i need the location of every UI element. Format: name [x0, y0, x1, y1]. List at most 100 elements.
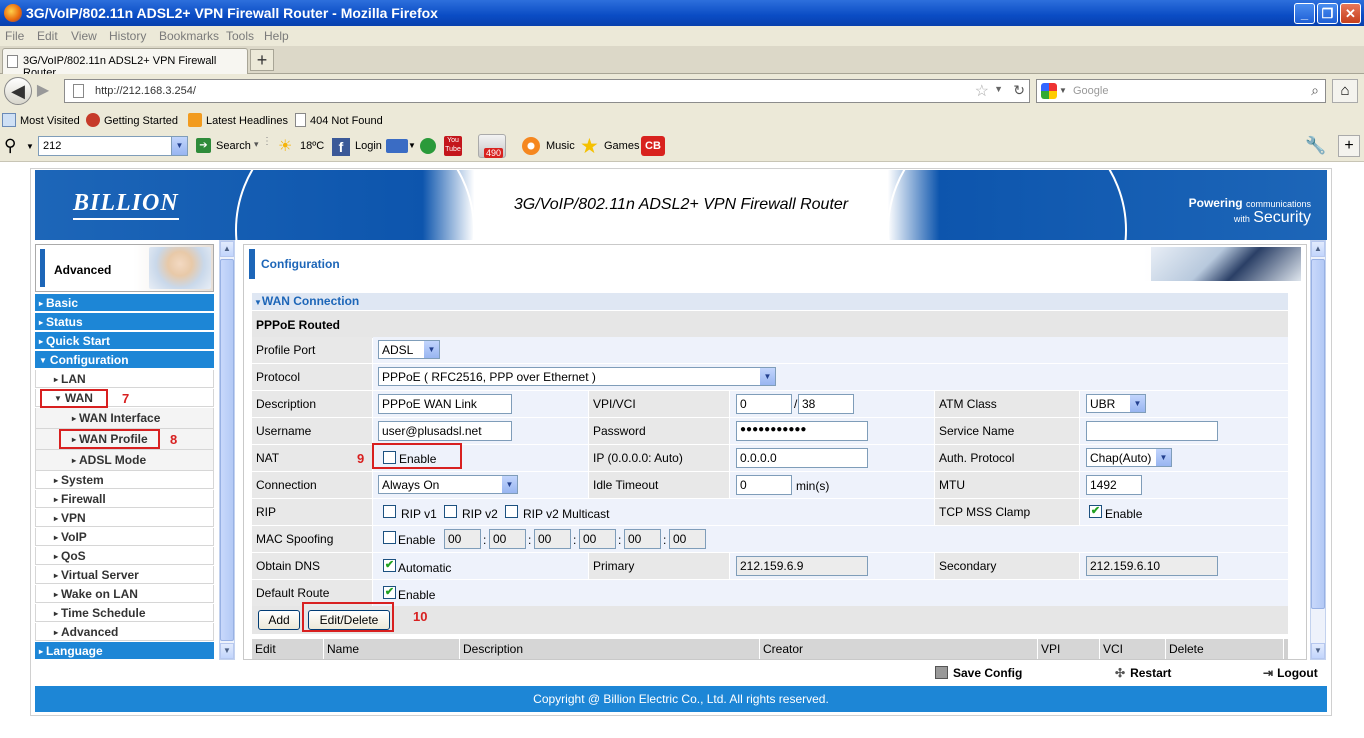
sidebar-item-vpn[interactable]: ▸ VPN — [35, 509, 214, 527]
secondary-dns-input[interactable]: 212.159.6.10 — [1086, 556, 1218, 576]
youtube-icon[interactable]: You Tube — [444, 136, 462, 156]
chevron-down-icon[interactable]: ▼ — [26, 142, 34, 151]
mac-octet-input[interactable]: 00 — [534, 529, 571, 549]
tab-router[interactable]: 3G/VoIP/802.11n ADSL2+ VPN Firewall Rout… — [2, 48, 248, 79]
sidebar-item-time-schedule[interactable]: ▸ Time Schedule — [35, 604, 214, 622]
obtain-dns-checkbox[interactable]: ✔ — [383, 559, 396, 572]
atm-class-select[interactable]: UBR ▼ — [1086, 394, 1146, 413]
mac-spoofing-checkbox[interactable] — [383, 531, 396, 544]
close-button[interactable]: ✕ — [1340, 3, 1361, 24]
auth-protocol-select[interactable]: Chap(Auto) ▼ — [1086, 448, 1172, 467]
profile-port-select[interactable]: ADSL ▼ — [378, 340, 440, 359]
sidebar-item-adsl-mode[interactable]: ▸ ADSL Mode — [35, 450, 214, 471]
mail-icon[interactable] — [386, 139, 408, 153]
sidebar-item-qos[interactable]: ▸ QoS — [35, 547, 214, 565]
bookmark-getting-started[interactable]: Getting Started — [86, 113, 178, 127]
scroll-thumb[interactable] — [220, 259, 234, 641]
search-input[interactable]: ▼ Google ⌕ — [1036, 79, 1326, 103]
login-link[interactable]: Login — [355, 140, 382, 152]
mtu-input[interactable]: 1492 — [1086, 475, 1142, 495]
chevron-down-icon[interactable]: ▾ — [254, 139, 259, 150]
minimize-button[interactable]: _ — [1294, 3, 1315, 24]
music-link[interactable]: Music — [546, 140, 575, 152]
bookmark-latest-headlines[interactable]: Latest Headlines — [188, 113, 288, 127]
tcp-mss-checkbox[interactable]: ✔ — [1089, 505, 1102, 518]
search-icon[interactable]: ⚲ — [4, 136, 16, 156]
chevron-down-icon[interactable]: ▼ — [408, 141, 416, 150]
sidebar-item-lan[interactable]: ▸ LAN — [35, 370, 214, 388]
mac-octet-input[interactable]: 00 — [669, 529, 706, 549]
mac-octet-input[interactable]: 00 — [444, 529, 481, 549]
utorrent-icon[interactable] — [420, 138, 436, 154]
restart-link[interactable]: ✣ Restart — [1115, 666, 1171, 680]
mac-octet-input[interactable]: 00 — [579, 529, 616, 549]
rip-v2-checkbox[interactable] — [444, 505, 457, 518]
menu-help[interactable]: Help — [264, 29, 289, 43]
mac-octet-input[interactable]: 00 — [489, 529, 526, 549]
scroll-thumb[interactable] — [1311, 259, 1325, 609]
default-route-checkbox[interactable]: ✔ — [383, 586, 396, 599]
vpi-input[interactable]: 0 — [736, 394, 792, 414]
username-input[interactable]: user@plusadsl.net — [378, 421, 512, 441]
sidebar-item-wake-on-lan[interactable]: ▸ Wake on LAN — [35, 585, 214, 603]
connection-select[interactable]: Always On ▼ — [378, 475, 518, 494]
cb-icon[interactable]: CB — [641, 136, 665, 156]
star-icon[interactable]: ☆ — [975, 81, 989, 101]
chevron-down-icon[interactable]: ▼ — [1059, 86, 1067, 95]
primary-dns-input[interactable]: 212.159.6.9 — [736, 556, 868, 576]
scroll-up-icon[interactable]: ▲ — [1311, 241, 1325, 257]
sidebar-item-voip[interactable]: ▸ VoIP — [35, 528, 214, 546]
menu-tools[interactable]: Tools — [226, 29, 254, 43]
sidebar-item-basic[interactable]: ▸ Basic — [35, 294, 214, 312]
vci-input[interactable]: 38 — [798, 394, 854, 414]
back-button[interactable]: ◀ — [4, 77, 32, 105]
bookmark-404[interactable]: 404 Not Found — [295, 113, 383, 127]
bookmark-most-visited[interactable]: Most Visited — [2, 113, 80, 127]
menu-bookmarks[interactable]: Bookmarks — [159, 29, 219, 43]
sidebar-scrollbar[interactable]: ▲ ▼ — [219, 240, 235, 660]
service-name-input[interactable] — [1086, 421, 1218, 441]
sidebar-item-advanced[interactable]: ▸ Advanced — [35, 623, 214, 641]
reload-icon[interactable]: ↻ — [1013, 82, 1025, 99]
sidebar-item-language[interactable]: ▸ Language — [35, 642, 214, 660]
description-input[interactable]: PPPoE WAN Link — [378, 394, 512, 414]
sidebar-item-quick-start[interactable]: ▸ Quick Start — [35, 332, 214, 350]
mac-octet-input[interactable]: 00 — [624, 529, 661, 549]
protocol-select[interactable]: PPPoE ( RFC2516, PPP over Ethernet ) ▼ — [378, 367, 776, 386]
sidebar-item-firewall[interactable]: ▸ Firewall — [35, 490, 214, 508]
home-button[interactable]: ⌂ — [1332, 79, 1358, 103]
maximize-button[interactable]: ❐ — [1317, 3, 1338, 24]
sidebar-item-status[interactable]: ▸ Status — [35, 313, 214, 331]
scroll-down-icon[interactable]: ▼ — [1311, 643, 1325, 659]
save-config-link[interactable]: Save Config — [935, 666, 1022, 680]
scroll-down-icon[interactable]: ▼ — [220, 643, 234, 659]
toolbar-query-input[interactable]: 212 ▼ — [38, 136, 188, 156]
sidebar-item-wan-interface[interactable]: ▸ WAN Interface — [35, 408, 214, 429]
chevron-down-icon[interactable]: ▼ — [994, 84, 1003, 94]
menu-history[interactable]: History — [109, 29, 146, 43]
menu-file[interactable]: File — [5, 29, 24, 43]
toolbar-search-button[interactable]: Search — [216, 140, 251, 152]
menu-edit[interactable]: Edit — [37, 29, 58, 43]
content-scrollbar[interactable]: ▲ ▼ — [1310, 240, 1326, 660]
idle-timeout-input[interactable]: 0 — [736, 475, 792, 495]
rip-v1-checkbox[interactable] — [383, 505, 396, 518]
weather-text[interactable]: 18ºC — [300, 140, 324, 152]
url-bar[interactable]: http://212.168.3.254/ ☆ ▼ ↻ — [64, 79, 1030, 103]
search-icon[interactable]: ⌕ — [1311, 82, 1319, 99]
facebook-icon[interactable]: f — [332, 138, 350, 156]
ip-input[interactable]: 0.0.0.0 — [736, 448, 868, 468]
scroll-up-icon[interactable]: ▲ — [220, 241, 234, 257]
go-arrow-icon[interactable]: ➔ — [196, 138, 211, 153]
menu-view[interactable]: View — [71, 29, 97, 43]
logout-link[interactable]: ⇥ Logout — [1263, 666, 1318, 680]
wrench-icon[interactable]: 🔧 — [1305, 136, 1326, 156]
chevron-down-icon[interactable]: ▼ — [171, 137, 187, 155]
new-tab-button[interactable]: + — [250, 49, 274, 71]
rip-v2-multicast-checkbox[interactable] — [505, 505, 518, 518]
sidebar-item-system[interactable]: ▸ System — [35, 471, 214, 489]
sidebar-item-virtual-server[interactable]: ▸ Virtual Server — [35, 566, 214, 584]
add-icon[interactable]: + — [1338, 135, 1360, 157]
games-link[interactable]: Games — [604, 140, 639, 152]
google-icon[interactable] — [1041, 83, 1057, 99]
